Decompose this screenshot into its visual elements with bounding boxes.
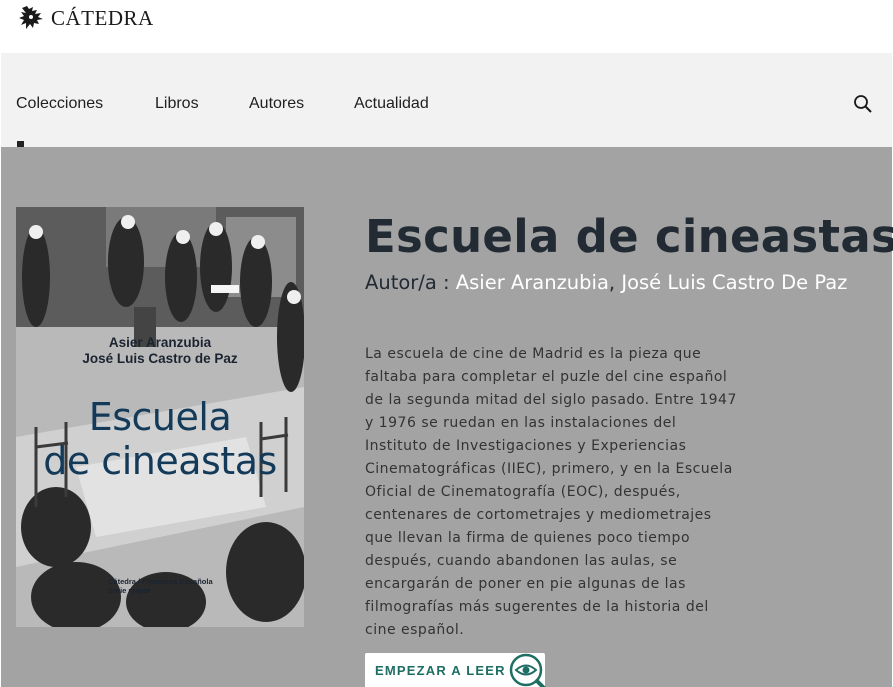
- author-link-1[interactable]: Asier Aranzubia: [456, 271, 609, 294]
- book-hero: Asier Aranzubia José Luis Castro de Paz …: [1, 147, 893, 687]
- start-reading-button[interactable]: EMPEZAR A LEER: [365, 653, 546, 687]
- cover-title: Escuela de cineastas: [16, 395, 304, 483]
- start-reading-label: EMPEZAR A LEER: [375, 663, 506, 678]
- nav-item-libros[interactable]: Libros: [155, 95, 199, 113]
- cover-publisher: Cátedra / Filmoteca Española Serie mayor: [108, 577, 213, 595]
- author-line: Autor/a : Asier Aranzubia, José Luis Cas…: [365, 269, 880, 297]
- cover-authors: Asier Aranzubia José Luis Castro de Paz: [16, 335, 304, 367]
- main-nav: Colecciones Libros Autores Actualidad: [1, 53, 892, 147]
- griffin-logo-icon: [19, 6, 43, 29]
- author-separator: ,: [608, 271, 622, 294]
- cover-title-line-1: Escuela: [88, 395, 232, 439]
- nav-item-colecciones[interactable]: Colecciones: [16, 95, 103, 113]
- book-description: La escuela de cine de Madrid es la pieza…: [365, 346, 737, 638]
- brand-logo[interactable]: CÁTEDRA: [18, 5, 154, 31]
- cover-publisher-line-2: Serie mayor: [108, 586, 151, 595]
- cover-title-line-2: de cineastas: [43, 439, 277, 483]
- nav-item-actualidad[interactable]: Actualidad: [354, 95, 429, 113]
- cover-author-1: Asier Aranzubia: [108, 335, 212, 350]
- book-cover[interactable]: Asier Aranzubia José Luis Castro de Paz …: [16, 207, 304, 627]
- eye-magnifier-icon: [509, 653, 546, 687]
- author-prefix: Autor/a :: [365, 271, 456, 294]
- nav-item-autores[interactable]: Autores: [249, 95, 304, 113]
- search-icon[interactable]: [853, 94, 873, 114]
- book-info: Escuela de cineastas Autor/a : Asier Ara…: [365, 209, 893, 297]
- brand-name: CÁTEDRA: [51, 5, 154, 30]
- top-bar: CÁTEDRA: [0, 0, 893, 53]
- cover-publisher-line-1: Cátedra / Filmoteca Española: [108, 577, 213, 586]
- book-title: Escuela de cineastas: [365, 210, 893, 263]
- author-link-2[interactable]: José Luis Castro De Paz: [621, 271, 847, 294]
- cover-author-2: José Luis Castro de Paz: [82, 351, 238, 366]
